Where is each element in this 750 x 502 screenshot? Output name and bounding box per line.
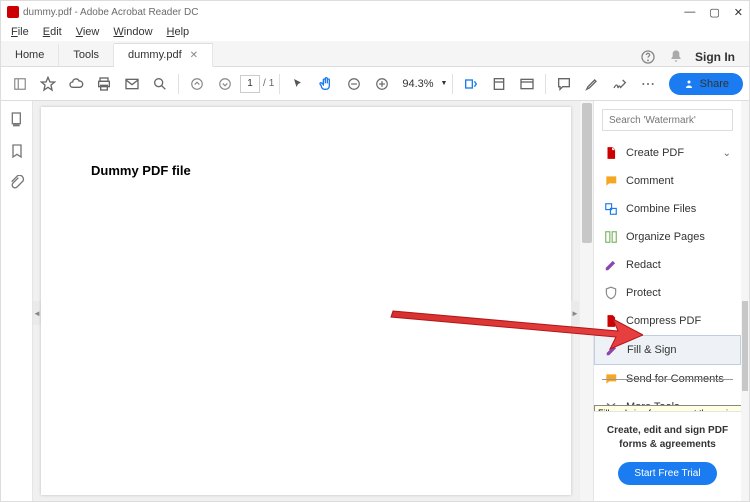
star-icon[interactable] <box>35 71 61 97</box>
chevron-down-icon: ⌄ <box>723 148 731 159</box>
tool-combine[interactable]: Combine Files <box>594 195 741 223</box>
page-down-icon[interactable] <box>212 71 238 97</box>
tab-document[interactable]: dummy.pdf ✕ <box>114 43 213 67</box>
mail-icon[interactable] <box>119 71 145 97</box>
zoom-in-icon[interactable] <box>369 71 395 97</box>
tool-create-pdf[interactable]: Create PDF⌄ <box>594 139 741 167</box>
window-title: dummy.pdf - Adobe Acrobat Reader DC <box>23 7 684 18</box>
tool-organize[interactable]: Organize Pages <box>594 223 741 251</box>
page-next-handle[interactable]: ► <box>571 301 579 325</box>
search-icon[interactable] <box>147 71 173 97</box>
document-area: ◄ Dummy PDF file ► <box>33 101 579 501</box>
tool-compress[interactable]: Compress PDF <box>594 307 741 335</box>
menu-file[interactable]: File <box>5 24 35 40</box>
tools-search-input[interactable] <box>602 109 733 131</box>
tool-fill-sign[interactable]: Fill & Sign <box>594 335 741 365</box>
left-navbar <box>1 101 33 501</box>
tool-redact[interactable]: Redact <box>594 251 741 279</box>
doc-scrollbar[interactable] <box>579 101 593 501</box>
menu-help[interactable]: Help <box>161 24 196 40</box>
sidebar-toggle-icon[interactable] <box>7 71 33 97</box>
tools-pane: Create PDF⌄ Comment Combine Files Organi… <box>593 101 741 501</box>
zoom-out-icon[interactable] <box>341 71 367 97</box>
tool-send-comments[interactable]: Send for Comments <box>594 365 741 393</box>
sign-in-link[interactable]: Sign In <box>695 50 735 64</box>
attachment-icon[interactable] <box>9 175 25 191</box>
menu-edit[interactable]: Edit <box>37 24 68 40</box>
fit-width-icon[interactable] <box>458 71 484 97</box>
read-mode-icon[interactable] <box>514 71 540 97</box>
promo-text: Create, edit and sign PDF forms & agreem… <box>604 424 731 452</box>
tab-tools[interactable]: Tools <box>59 44 114 66</box>
tab-home[interactable]: Home <box>1 44 59 66</box>
maximize-button[interactable]: ▢ <box>709 6 719 19</box>
pointer-icon[interactable] <box>285 71 311 97</box>
print-icon[interactable] <box>91 71 117 97</box>
app-icon <box>7 6 19 18</box>
comment-icon[interactable] <box>551 71 577 97</box>
pdf-text: Dummy PDF file <box>91 163 521 178</box>
tool-tooltip: Fill and sign forms or get them signed f… <box>594 405 741 411</box>
hand-icon[interactable] <box>313 71 339 97</box>
highlight-icon[interactable] <box>579 71 605 97</box>
page-up-icon[interactable] <box>184 71 210 97</box>
zoom-dropdown[interactable]: 94.3%▼ <box>397 76 447 92</box>
thumbnails-icon[interactable] <box>9 111 25 127</box>
page-current-input[interactable] <box>240 75 260 93</box>
pdf-page: Dummy PDF file <box>41 107 571 495</box>
promo-panel: Create, edit and sign PDF forms & agreem… <box>594 411 741 501</box>
help-icon[interactable] <box>639 48 657 66</box>
right-scrollbar[interactable] <box>741 101 749 501</box>
share-button[interactable]: Share <box>669 73 743 95</box>
menubar: File Edit View Window Help <box>1 23 749 41</box>
bookmark-icon[interactable] <box>9 143 25 159</box>
tool-protect[interactable]: Protect <box>594 279 741 307</box>
sign-icon[interactable] <box>607 71 633 97</box>
minimize-button[interactable]: — <box>684 6 695 19</box>
fit-page-icon[interactable] <box>486 71 512 97</box>
close-button[interactable]: ✕ <box>734 6 743 19</box>
tool-comment[interactable]: Comment <box>594 167 741 195</box>
page-indicator: / 1 <box>240 75 274 93</box>
more-icon[interactable] <box>635 71 661 97</box>
page-prev-handle[interactable]: ◄ <box>33 301 41 325</box>
page-total: 1 <box>269 78 275 89</box>
tab-close-icon[interactable]: ✕ <box>190 50 198 61</box>
menu-view[interactable]: View <box>70 24 106 40</box>
start-trial-button[interactable]: Start Free Trial <box>618 462 716 485</box>
menu-window[interactable]: Window <box>107 24 158 40</box>
cloud-icon[interactable] <box>63 71 89 97</box>
bell-icon[interactable] <box>667 48 685 66</box>
toolbar: / 1 94.3%▼ Share <box>1 67 749 101</box>
